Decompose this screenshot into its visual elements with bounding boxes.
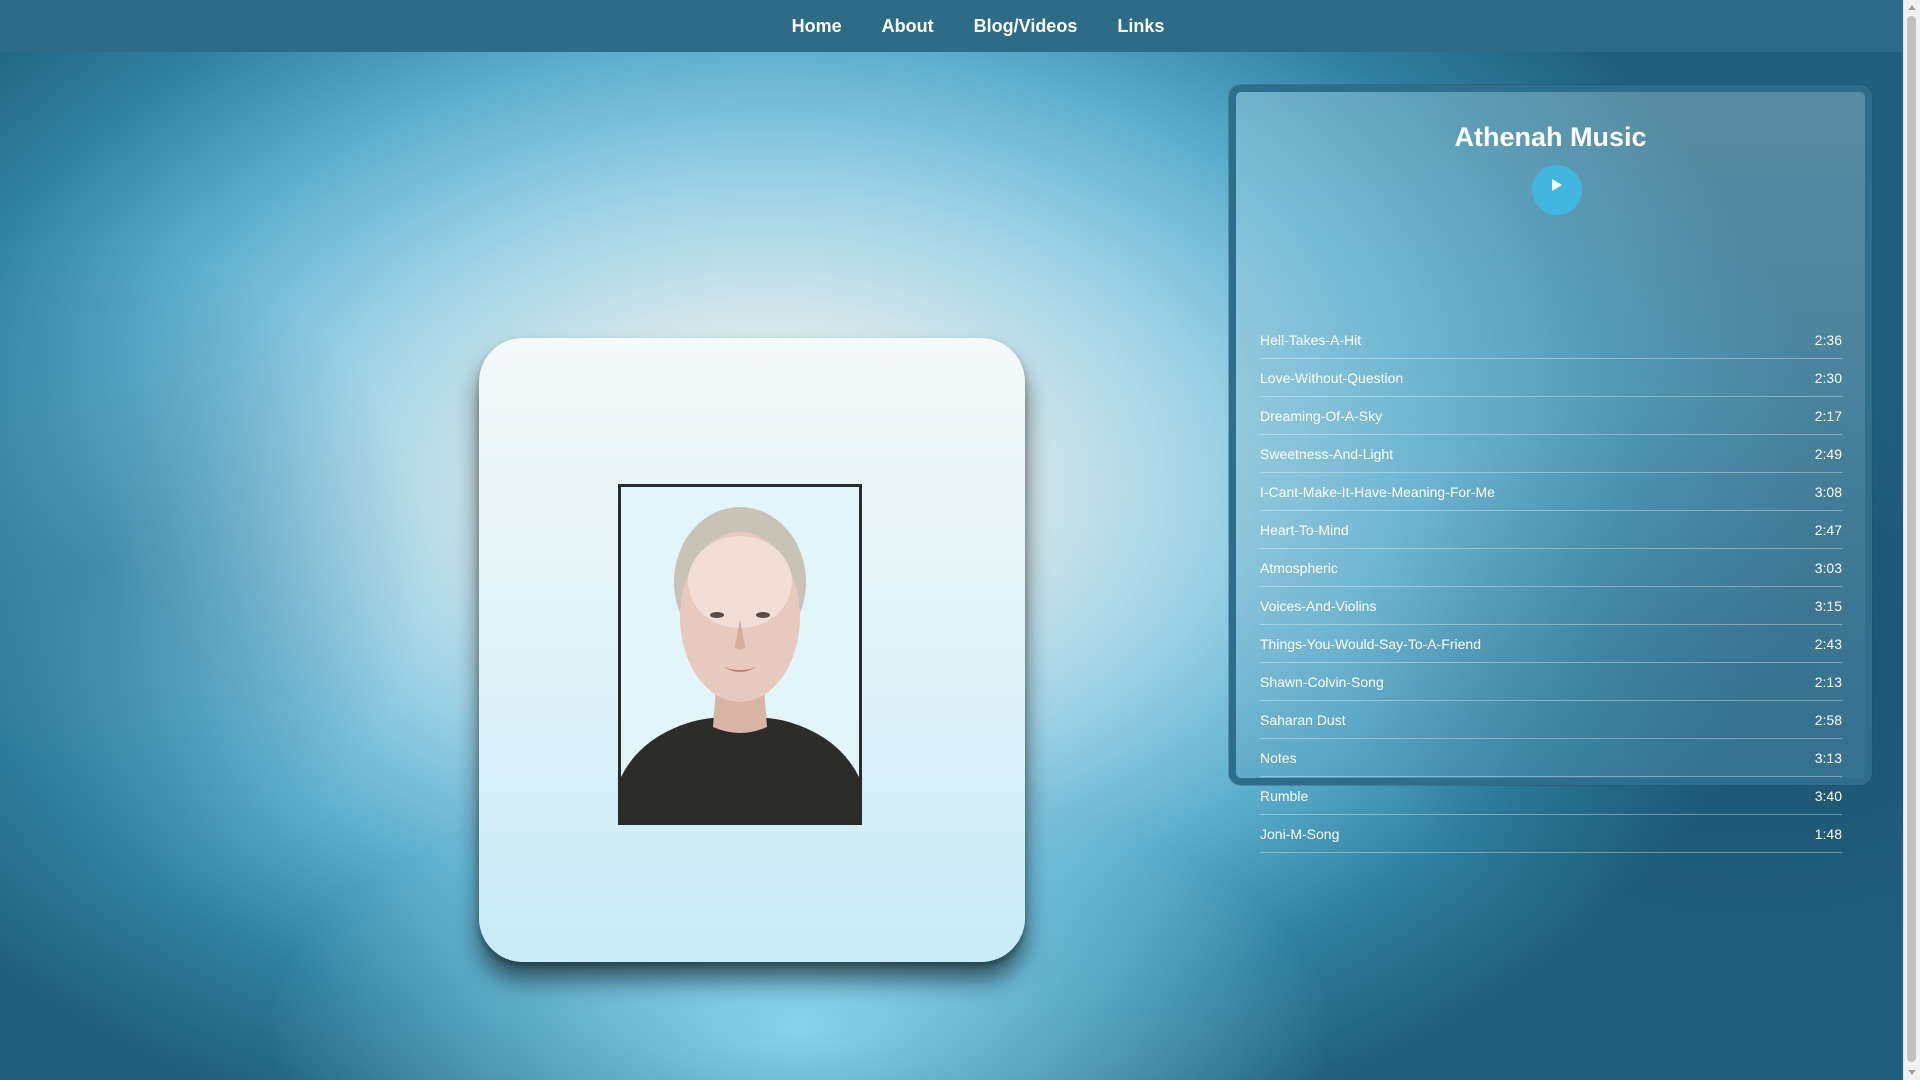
track-duration: 3:15 (1814, 597, 1842, 614)
track-duration: 3:13 (1814, 749, 1842, 766)
track-row[interactable]: Atmospheric 3:03 (1260, 549, 1842, 587)
track-title: Sweetness-And-Light (1260, 445, 1394, 462)
music-player: Athenah Music Hell-Takes-A-Hit 2:36 Love-W… (1229, 85, 1872, 853)
track-row[interactable]: Joni-M-Song 1:48 (1260, 815, 1842, 853)
track-row[interactable]: I-Cant-Make-It-Have-Meaning-For-Me 3:08 (1260, 473, 1842, 511)
portrait-image (621, 487, 859, 822)
player-title: Athenah Music (1454, 122, 1647, 152)
track-duration: 2:13 (1814, 673, 1842, 690)
track-duration: 3:08 (1814, 483, 1842, 500)
track-duration: 2:30 (1814, 369, 1842, 386)
track-duration: 3:03 (1814, 559, 1842, 576)
track-title: Hell-Takes-A-Hit (1260, 331, 1362, 348)
track-row[interactable]: Dreaming-Of-A-Sky 2:17 (1260, 397, 1842, 435)
track-title: Love-Without-Question (1260, 369, 1404, 386)
track-duration: 1:48 (1814, 825, 1842, 842)
track-duration: 2:58 (1814, 711, 1842, 728)
track-row[interactable]: Voices-And-Violins 3:15 (1260, 587, 1842, 625)
track-duration: 2:36 (1814, 331, 1842, 348)
scroll-down-arrow-icon[interactable] (1908, 1070, 1916, 1075)
track-row[interactable]: Love-Without-Question 2:30 (1260, 359, 1842, 397)
track-duration: 2:47 (1814, 521, 1842, 538)
track-title: Heart-To-Mind (1260, 521, 1349, 538)
top-navigation: Home About Blog/Videos Links (0, 0, 1904, 52)
track-row[interactable]: Saharan Dust 2:58 (1260, 701, 1842, 739)
track-duration: 2:49 (1814, 445, 1842, 462)
nav-home[interactable]: Home (772, 0, 862, 52)
track-row[interactable]: Hell-Takes-A-Hit 2:36 (1260, 321, 1842, 359)
nav-blog-videos[interactable]: Blog/Videos (954, 0, 1098, 52)
nav-links[interactable]: Links (1097, 0, 1184, 52)
track-title: I-Cant-Make-It-Have-Meaning-For-Me (1260, 483, 1495, 500)
vertical-scrollbar[interactable] (1903, 0, 1920, 1080)
play-button[interactable] (1532, 165, 1582, 215)
track-row[interactable]: Heart-To-Mind 2:47 (1260, 511, 1842, 549)
track-row[interactable]: Rumble 3:40 (1260, 777, 1842, 815)
track-title: Saharan Dust (1260, 711, 1346, 728)
track-title: Rumble (1260, 787, 1309, 804)
track-row[interactable]: Notes 3:13 (1260, 739, 1842, 777)
track-title: Joni-M-Song (1260, 825, 1340, 842)
track-row[interactable]: Shawn-Colvin-Song 2:13 (1260, 663, 1842, 701)
track-title: Atmospheric (1260, 559, 1338, 576)
track-title: Dreaming-Of-A-Sky (1260, 407, 1383, 424)
artist-portrait (618, 484, 862, 825)
artist-photo-card (479, 338, 1025, 962)
nav-list: Home About Blog/Videos Links (772, 0, 1185, 52)
play-icon (1552, 179, 1562, 191)
track-row[interactable]: Things-You-Would-Say-To-A-Friend 2:43 (1260, 625, 1842, 663)
track-duration: 2:17 (1814, 407, 1842, 424)
scroll-thumb[interactable] (1907, 16, 1916, 1062)
track-title: Shawn-Colvin-Song (1260, 673, 1384, 690)
track-title: Things-You-Would-Say-To-A-Friend (1260, 635, 1481, 652)
track-title: Notes (1260, 749, 1297, 766)
track-title: Voices-And-Violins (1260, 597, 1377, 614)
nav-about[interactable]: About (862, 0, 954, 52)
track-duration: 2:43 (1814, 635, 1842, 652)
scroll-up-arrow-icon[interactable] (1908, 5, 1916, 10)
track-list: Hell-Takes-A-Hit 2:36 Love-Without-Questio… (1260, 321, 1842, 853)
track-duration: 3:40 (1814, 787, 1842, 804)
track-row[interactable]: Sweetness-And-Light 2:49 (1260, 435, 1842, 473)
